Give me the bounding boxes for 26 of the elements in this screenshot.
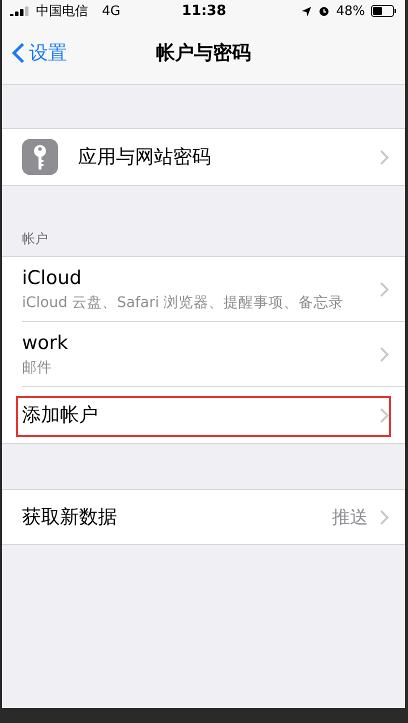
signal-icon [10, 6, 30, 16]
row-label: 添加帐户 [22, 403, 99, 428]
chevron-icon [380, 346, 389, 362]
row-value: 推送 [332, 506, 368, 529]
chevron-icon [380, 150, 389, 164]
carrier-name: 中国电信 [36, 3, 88, 20]
alarm-icon [318, 5, 330, 17]
network-type: 4G [102, 4, 120, 18]
row-label: work [22, 332, 69, 354]
chevron-icon [380, 282, 389, 296]
status-time: 11:38 [182, 3, 226, 19]
key-icon [22, 139, 58, 175]
back-chevron-icon [12, 42, 25, 64]
battery-percent: 48% [336, 4, 365, 18]
chevron-icon [380, 408, 389, 422]
chevron-icon [380, 510, 389, 524]
row-subtitle: 邮件 [22, 358, 53, 376]
row-subtitle: iCloud 云盘、Safari 浏览器、提醒事项、备忘录 [22, 294, 345, 312]
row-label: 获取新数据 [22, 505, 118, 530]
section-header: 帐户 [21, 231, 48, 249]
battery-icon [371, 5, 397, 17]
row-label: iCloud [22, 266, 83, 288]
page-title: 帐户与密码 [156, 41, 251, 66]
location-icon [301, 6, 312, 16]
back-link[interactable]: 设置 [2, 40, 67, 66]
row-label: 应用与网站密码 [78, 145, 212, 170]
